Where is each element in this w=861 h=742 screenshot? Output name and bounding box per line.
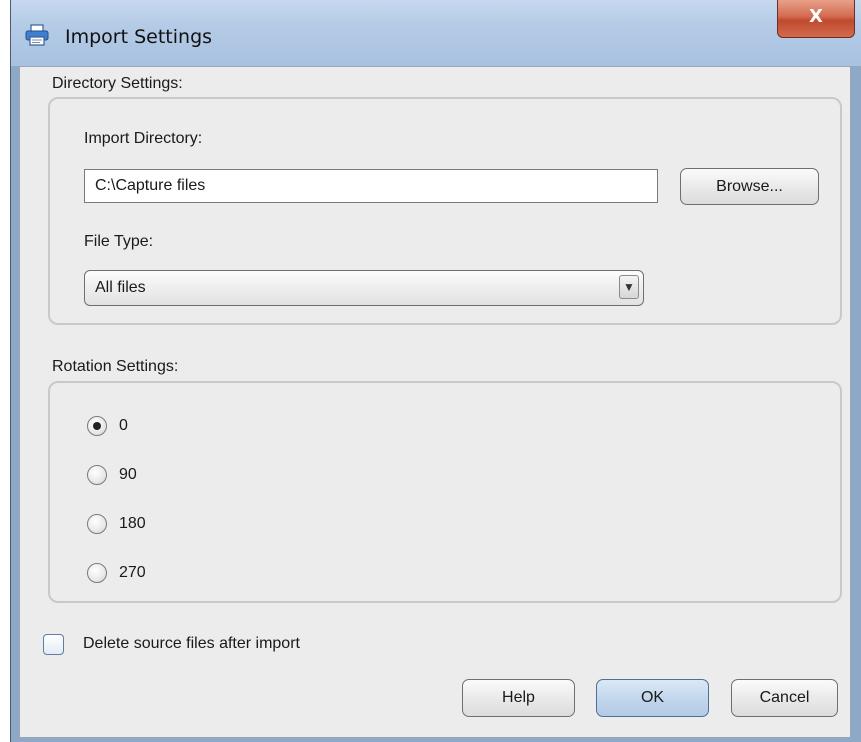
help-button[interactable]: Help bbox=[462, 679, 575, 717]
title-bar[interactable]: Import Settings X bbox=[11, 0, 861, 66]
file-type-label: File Type: bbox=[84, 233, 154, 250]
printer-icon bbox=[25, 24, 49, 46]
window-title: Import Settings bbox=[65, 26, 213, 48]
dialog-content: Directory Settings: Import Directory: C:… bbox=[19, 66, 851, 738]
rotation-option-0[interactable]: 0 bbox=[87, 416, 207, 440]
delete-source-label[interactable]: Delete source files after import bbox=[83, 635, 300, 653]
rotation-option-label: 0 bbox=[119, 417, 128, 434]
radio-icon[interactable] bbox=[87, 514, 107, 534]
import-settings-window: Import Settings X Directory Settings: Im… bbox=[10, 0, 861, 742]
rotation-settings-label: Rotation Settings: bbox=[52, 358, 179, 375]
cancel-button[interactable]: Cancel bbox=[731, 679, 838, 717]
rotation-settings-group: 0 90 180 270 bbox=[48, 381, 842, 603]
directory-settings-label: Directory Settings: bbox=[52, 75, 183, 92]
rotation-option-label: 180 bbox=[119, 515, 146, 532]
rotation-option-label: 90 bbox=[119, 466, 137, 483]
ok-button[interactable]: OK bbox=[596, 679, 709, 717]
rotation-option-90[interactable]: 90 bbox=[87, 465, 207, 489]
close-icon: X bbox=[809, 6, 823, 27]
radio-icon[interactable] bbox=[87, 563, 107, 583]
rotation-option-270[interactable]: 270 bbox=[87, 563, 207, 587]
delete-source-checkbox[interactable] bbox=[43, 634, 64, 655]
rotation-option-label: 270 bbox=[119, 564, 146, 581]
file-type-selected-value: All files bbox=[95, 279, 146, 296]
directory-settings-group: Import Directory: C:\Capture files Brows… bbox=[48, 97, 842, 325]
radio-selected-icon[interactable] bbox=[87, 416, 107, 436]
import-directory-input[interactable]: C:\Capture files bbox=[84, 169, 658, 203]
close-button[interactable]: X bbox=[777, 0, 855, 38]
rotation-option-180[interactable]: 180 bbox=[87, 514, 207, 538]
file-type-dropdown[interactable]: All files ▼ bbox=[84, 270, 644, 306]
browse-button[interactable]: Browse... bbox=[680, 168, 819, 205]
import-directory-label: Import Directory: bbox=[84, 130, 203, 147]
radio-icon[interactable] bbox=[87, 465, 107, 485]
chevron-down-icon[interactable]: ▼ bbox=[619, 275, 639, 299]
